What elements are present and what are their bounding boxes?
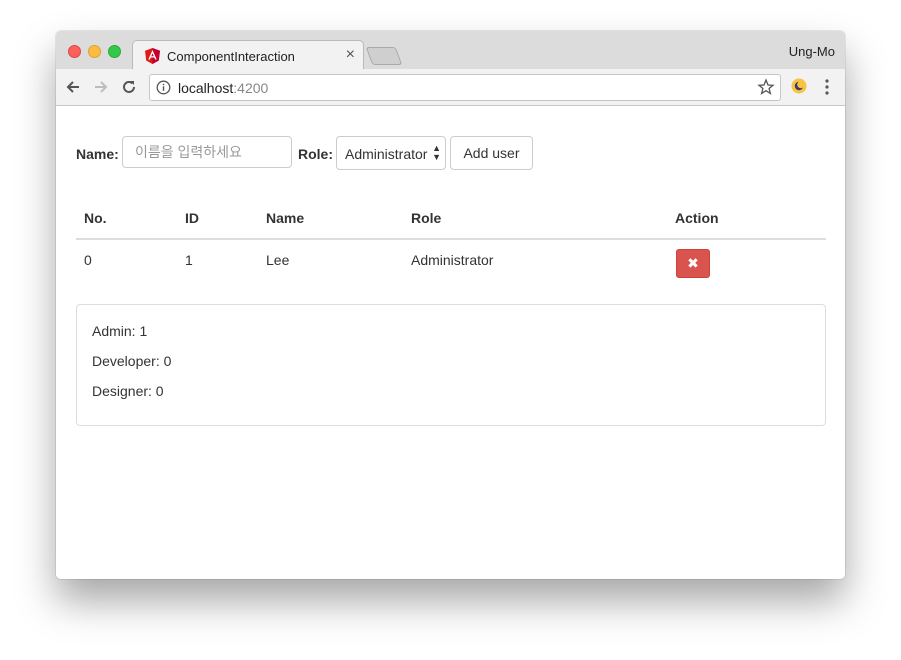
forward-icon[interactable]	[92, 78, 110, 96]
tab-title: ComponentInteraction	[167, 49, 295, 64]
add-user-button[interactable]: Add user	[450, 136, 533, 170]
header-action: Action	[675, 210, 719, 226]
url-text: localhost:4200	[178, 80, 269, 96]
angular-icon	[145, 48, 160, 64]
new-tab-button[interactable]	[365, 47, 403, 65]
designer-count: Designer: 0	[92, 383, 164, 399]
profile-name[interactable]: Ung-Mo	[789, 44, 835, 59]
bookmark-star-icon[interactable]	[757, 78, 775, 96]
address-bar[interactable]: localhost:4200	[149, 74, 781, 101]
more-menu-icon[interactable]	[821, 78, 833, 96]
page-content: Name: Role: Administrator ▲▼ Add user No…	[56, 106, 845, 579]
reload-icon[interactable]	[120, 78, 138, 96]
extension-icon[interactable]	[791, 78, 807, 94]
remove-icon: ✖	[687, 255, 699, 271]
role-stats-panel: Admin: 1 Developer: 0 Designer: 0	[76, 304, 826, 426]
role-label: Role:	[298, 146, 333, 162]
header-no: No.	[84, 210, 107, 226]
select-arrows-icon: ▲ ▼	[432, 143, 441, 162]
close-window-button[interactable]	[68, 45, 81, 58]
role-select-value: Administrator	[345, 146, 428, 162]
header-id: ID	[185, 210, 199, 226]
zoom-window-button[interactable]	[108, 45, 121, 58]
delete-user-button[interactable]: ✖	[676, 249, 710, 278]
name-label: Name:	[76, 146, 119, 162]
browser-toolbar: localhost:4200	[56, 69, 845, 106]
header-role: Role	[411, 210, 442, 226]
cell-no: 0	[84, 252, 92, 268]
users-table: No. ID Name Role Action 0 1 Lee Administ…	[76, 202, 826, 286]
back-icon[interactable]	[64, 78, 82, 96]
role-select[interactable]: Administrator ▲ ▼	[336, 136, 446, 170]
cell-name: Lee	[266, 252, 290, 268]
info-icon[interactable]	[156, 80, 171, 95]
cell-role: Administrator	[411, 252, 494, 268]
table-header: No. ID Name Role Action	[76, 202, 826, 240]
title-bar: ComponentInteraction × Ung-Mo	[56, 31, 845, 71]
browser-tab[interactable]: ComponentInteraction ×	[132, 40, 364, 71]
tab-close-icon[interactable]: ×	[346, 46, 355, 64]
minimize-window-button[interactable]	[88, 45, 101, 58]
name-input[interactable]	[122, 136, 292, 168]
cell-id: 1	[185, 252, 193, 268]
header-name: Name	[266, 210, 305, 226]
browser-window: ComponentInteraction × Ung-Mo localhost:…	[56, 31, 845, 579]
developer-count: Developer: 0	[92, 353, 172, 369]
table-row: 0 1 Lee Administrator ✖	[76, 240, 826, 286]
admin-count: Admin: 1	[92, 323, 148, 339]
